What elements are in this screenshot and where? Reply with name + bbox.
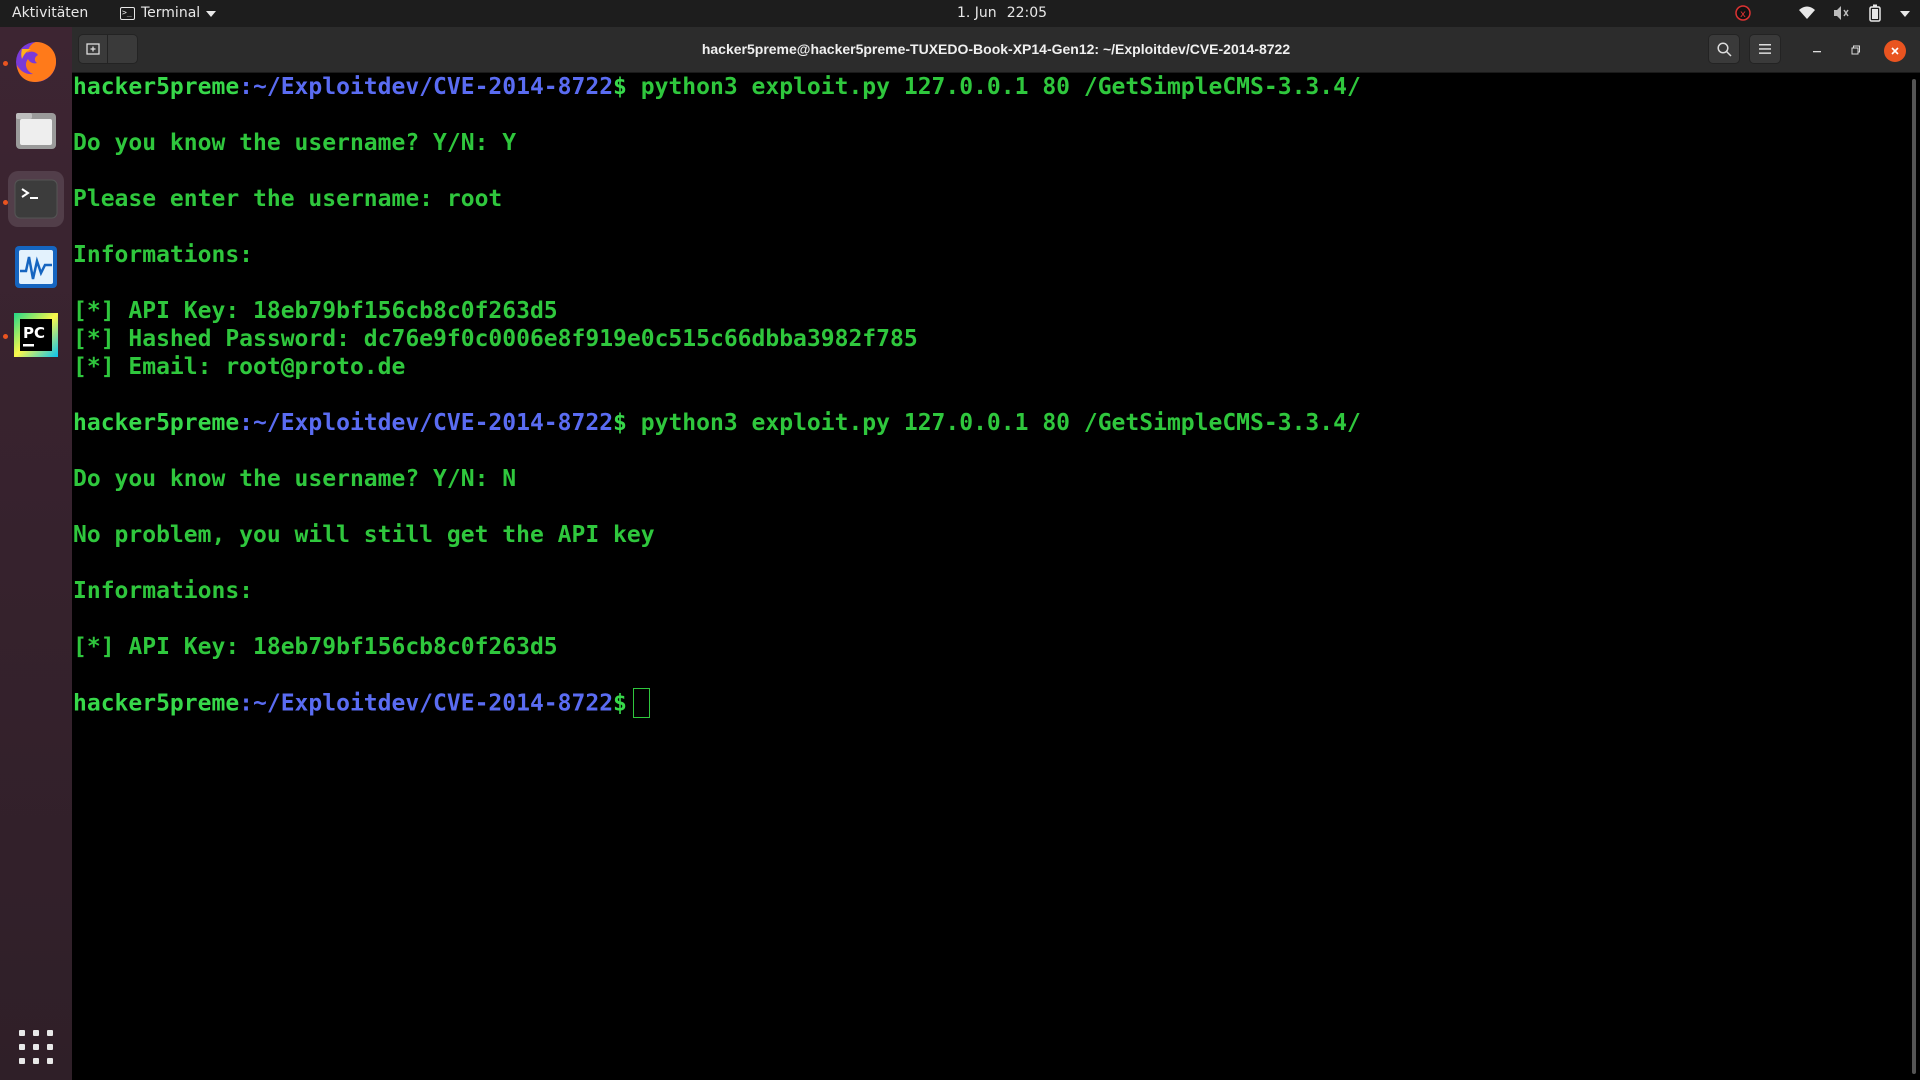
- prompt-symbol: $: [613, 74, 627, 100]
- prompt-user: hacker5preme: [73, 690, 240, 717]
- scrollbar[interactable]: [1908, 73, 1920, 1080]
- app-menu-label: Terminal: [141, 5, 201, 21]
- battery-icon[interactable]: [1866, 4, 1884, 22]
- search-button[interactable]: [1708, 34, 1740, 64]
- close-button[interactable]: [1884, 40, 1906, 62]
- command-text: python3 exploit.py 127.0.0.1 80 /GetSimp…: [626, 410, 1361, 436]
- show-applications-icon[interactable]: [19, 1030, 53, 1064]
- svg-text:x: x: [1740, 9, 1746, 20]
- output-line: Informations:: [73, 242, 254, 268]
- prompt-path: :~/Exploitdev/CVE-2014-8722: [239, 690, 614, 717]
- prompt-line: hacker5preme:~/Exploitdev/CVE-2014-8722$…: [73, 409, 1361, 437]
- scrollbar-thumb[interactable]: [1912, 79, 1916, 1074]
- output-line: Do you know the username? Y/N: N: [73, 466, 517, 492]
- prompt-user: hacker5preme: [73, 410, 240, 436]
- search-icon: [1716, 41, 1732, 57]
- command-text: python3 exploit.py 127.0.0.1 80 /GetSimp…: [626, 74, 1361, 100]
- prompt-symbol: $: [613, 410, 627, 436]
- activities-button[interactable]: Aktivitäten: [12, 5, 88, 21]
- output-line: [*] Hashed Password: dc76e9f0c0006e8f919…: [73, 326, 918, 352]
- close-icon: [1891, 47, 1899, 55]
- caret-down-icon: [206, 11, 217, 17]
- dock: PC: [0, 27, 72, 1080]
- output-line: [*] API Key: 18eb79bf156cb8c0f263d5: [73, 634, 558, 660]
- indicator-icon[interactable]: x: [1734, 4, 1752, 22]
- terminal-headerbar: hacker5preme@hacker5preme-TUXEDO-Book-XP…: [72, 27, 1920, 73]
- app-menu[interactable]: >_ Terminal: [120, 5, 217, 21]
- output-line: Please enter the username: root: [73, 186, 503, 212]
- output-line: [*] API Key: 18eb79bf156cb8c0f263d5: [73, 298, 558, 324]
- system-monitor-icon[interactable]: [8, 239, 64, 295]
- system-tray[interactable]: x: [1734, 4, 1910, 22]
- files-icon[interactable]: [8, 103, 64, 159]
- minimize-icon: [1813, 51, 1821, 53]
- menu-button[interactable]: [1749, 34, 1781, 64]
- svg-text:PC: PC: [23, 324, 45, 342]
- clock-date: 1. Jun: [957, 5, 997, 21]
- maximize-button[interactable]: [1846, 40, 1866, 60]
- prompt-line: hacker5preme:~/Exploitdev/CVE-2014-8722$: [73, 688, 650, 718]
- output-line: No problem, you will still get the API k…: [73, 522, 655, 548]
- prompt-line: hacker5preme:~/Exploitdev/CVE-2014-8722$…: [73, 73, 1361, 101]
- top-bar: Aktivitäten >_ Terminal 1. Jun 22:05 x: [0, 0, 1920, 27]
- hamburger-icon: [1759, 44, 1771, 54]
- output-line: Informations:: [73, 578, 254, 604]
- prompt-path: :~/Exploitdev/CVE-2014-8722: [239, 74, 614, 100]
- output-line: Do you know the username? Y/N: Y: [73, 130, 517, 156]
- terminal-output[interactable]: hacker5preme:~/Exploitdev/CVE-2014-8722$…: [72, 73, 1908, 1080]
- terminal-small-icon: >_: [120, 6, 135, 20]
- clock-time: 22:05: [1006, 5, 1048, 21]
- terminal-cursor: [632, 688, 650, 718]
- clock[interactable]: 1. Jun 22:05: [957, 5, 1047, 21]
- prompt-symbol: $: [613, 690, 627, 717]
- prompt-user: hacker5preme: [73, 74, 240, 100]
- firefox-icon[interactable]: [8, 33, 64, 89]
- system-menu-caret-icon[interactable]: [1900, 11, 1910, 17]
- minimize-button[interactable]: [1807, 40, 1827, 60]
- pycharm-icon[interactable]: PC: [8, 307, 64, 363]
- volume-muted-icon[interactable]: [1832, 4, 1850, 22]
- prompt-path: :~/Exploitdev/CVE-2014-8722: [239, 410, 614, 436]
- wifi-icon[interactable]: [1798, 4, 1816, 22]
- restore-icon: [1851, 45, 1860, 55]
- window-title: hacker5preme@hacker5preme-TUXEDO-Book-XP…: [701, 41, 1291, 57]
- terminal-icon[interactable]: [8, 171, 64, 227]
- output-line: [*] Email: root@proto.de: [73, 354, 406, 380]
